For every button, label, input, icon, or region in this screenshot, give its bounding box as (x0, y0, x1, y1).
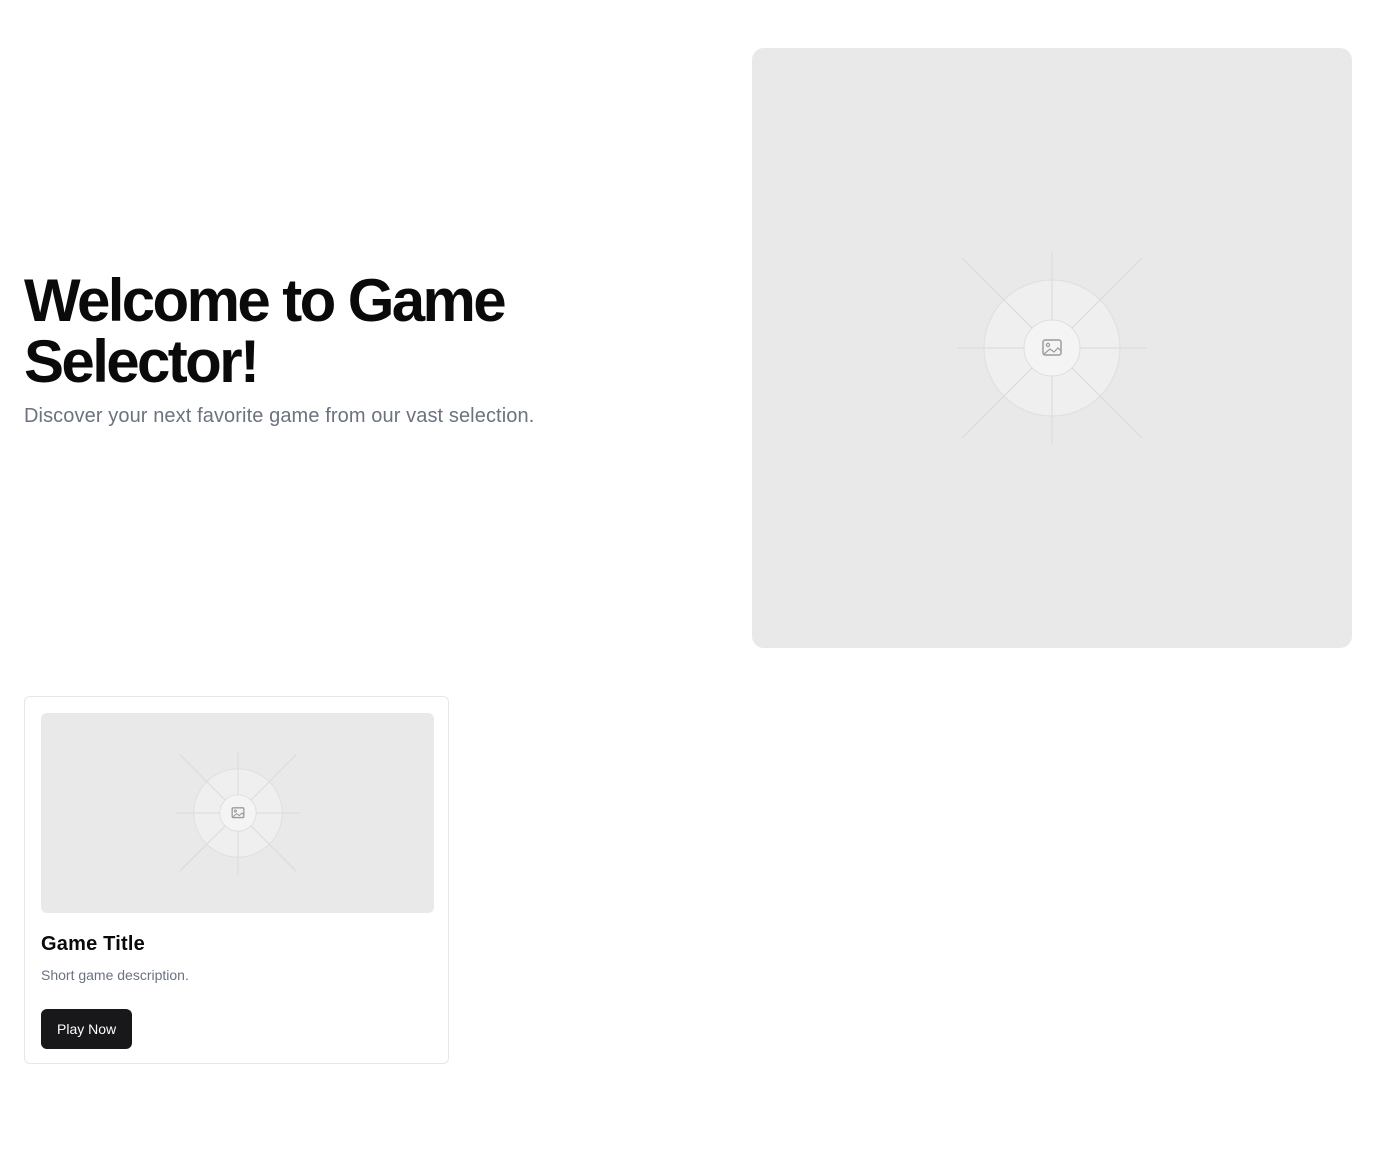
game-card-image-placeholder (41, 713, 434, 913)
page: Welcome to Game Selector! Discover your … (0, 0, 1376, 1162)
game-title: Game Title (41, 933, 145, 955)
play-now-button[interactable]: Play Now (41, 1009, 133, 1049)
hero-subtitle: Discover your next favorite game from ou… (24, 405, 535, 427)
image-icon (957, 253, 1147, 443)
image-icon (175, 751, 300, 875)
game-card: Game Title Short game description. Play … (24, 696, 449, 1064)
hero-image-placeholder (752, 48, 1352, 648)
hero-section: Welcome to Game Selector! Discover your … (24, 270, 664, 430)
hero-title: Welcome to Game Selector! (24, 267, 507, 395)
game-description: Short game description. (41, 967, 189, 983)
